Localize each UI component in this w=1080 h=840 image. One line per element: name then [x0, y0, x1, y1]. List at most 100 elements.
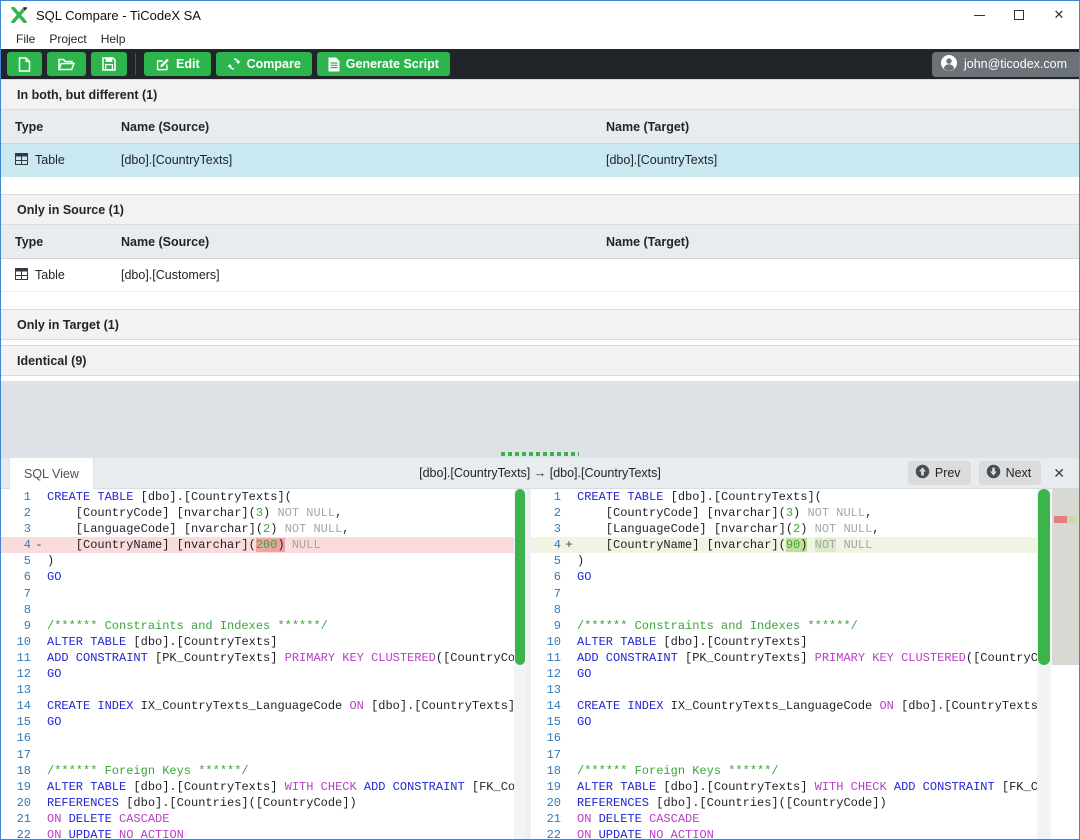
column-header[interactable]: Name (Target)	[606, 235, 1079, 249]
column-header[interactable]: Type	[15, 120, 121, 134]
code-token: DELETE	[69, 812, 112, 826]
code-token: ON	[577, 812, 591, 826]
new-project-button[interactable]	[7, 52, 42, 76]
next-label: Next	[1006, 466, 1032, 480]
diff-overview-minimap[interactable]	[1052, 489, 1079, 839]
line-number: 9	[1, 618, 31, 634]
pane-splitter[interactable]	[1, 449, 1079, 458]
code-line: 21ON DELETE CASCADE	[1, 811, 514, 827]
section-header[interactable]: Identical (9)	[1, 345, 1079, 376]
code-token: CASCADE	[119, 812, 169, 826]
code-token: PRIMARY KEY CLUSTERED	[285, 651, 436, 665]
diff-sections: In both, but different (1)TypeName (Sour…	[1, 79, 1079, 449]
source-code-pane[interactable]: 1CREATE TABLE [dbo].[CountryTexts](2 [Co…	[1, 489, 514, 839]
target-code-pane[interactable]: 1CREATE TABLE [dbo].[CountryTexts](2 [Co…	[531, 489, 1037, 839]
compare-button[interactable]: Compare	[216, 52, 312, 76]
section-header[interactable]: In both, but different (1)	[1, 79, 1079, 110]
row-type-cell: Table	[15, 153, 121, 168]
code-token: NO ACTION	[649, 828, 714, 839]
code-token: CASCADE	[649, 812, 699, 826]
menu-file[interactable]: File	[9, 32, 42, 46]
code-line: 21ON DELETE CASCADE	[531, 811, 1037, 827]
user-account-badge[interactable]: john@ticodex.com	[932, 52, 1079, 77]
edit-button[interactable]: Edit	[144, 52, 211, 76]
code-token: [CountryCode] [nvarchar](	[577, 506, 786, 520]
minimap-track	[1052, 489, 1079, 665]
save-project-button[interactable]	[91, 52, 127, 76]
source-pane-scrollbar[interactable]	[514, 489, 526, 839]
generate-script-button[interactable]: Generate Script	[317, 52, 450, 76]
row-target-cell: [dbo].[CountryTexts]	[606, 153, 1079, 167]
code-token: [LanguageCode] [nvarchar](	[577, 522, 793, 536]
code-token: [dbo].[CountryTexts](	[663, 490, 821, 504]
menu-project[interactable]: Project	[42, 32, 93, 46]
code-token: UPDATE	[599, 828, 642, 839]
prev-diff-button[interactable]: Prev	[908, 461, 971, 485]
section-spacer	[1, 177, 1079, 194]
line-number: 5	[1, 553, 31, 569]
code-token: ,	[865, 506, 872, 520]
code-line: 8	[1, 602, 514, 618]
code-line: 3 [LanguageCode] [nvarchar](2) NOT NULL,	[531, 521, 1037, 537]
section-spacer	[1, 292, 1079, 309]
code-token	[807, 538, 814, 552]
app-window: SQL Compare - TiCodeX SA ✕ File Project …	[0, 0, 1080, 840]
code-token: /****** Foreign Keys ******/	[577, 764, 779, 778]
arrow-up-circle-icon	[915, 464, 930, 482]
code-token: ALTER TABLE	[47, 780, 126, 794]
column-header[interactable]: Name (Source)	[121, 120, 606, 134]
code-token	[61, 812, 68, 826]
generate-script-button-label: Generate Script	[346, 57, 439, 71]
code-token: )	[793, 506, 807, 520]
section-header[interactable]: Only in Source (1)	[1, 194, 1079, 225]
code-line: 22ON UPDATE NO ACTION	[531, 827, 1037, 839]
code-token: IX_CountryTexts_LanguageCode	[663, 699, 879, 713]
code-token: GO	[577, 715, 591, 729]
edit-icon	[155, 57, 170, 72]
table-row[interactable]: Table[dbo].[Customers]	[1, 259, 1079, 292]
code-line: 7	[1, 586, 514, 602]
line-number: 22	[1, 827, 31, 839]
line-number: 20	[531, 795, 561, 811]
code-token	[285, 538, 292, 552]
code-token	[357, 780, 364, 794]
line-number: 12	[531, 666, 561, 682]
column-header[interactable]: Name (Target)	[606, 120, 1079, 134]
code-token: 3	[786, 506, 793, 520]
code-token: ON	[47, 828, 61, 839]
open-project-button[interactable]	[47, 52, 86, 76]
next-diff-button[interactable]: Next	[979, 461, 1042, 485]
code-token: 3	[256, 506, 263, 520]
close-button[interactable]: ✕	[1039, 1, 1079, 29]
menu-help[interactable]: Help	[94, 32, 133, 46]
column-header[interactable]: Name (Source)	[121, 235, 606, 249]
code-token: CREATE INDEX	[47, 699, 133, 713]
table-icon	[15, 153, 28, 168]
edit-button-label: Edit	[176, 57, 200, 71]
line-number: 22	[531, 827, 561, 839]
code-token: ON	[879, 699, 893, 713]
line-number: 13	[531, 682, 561, 698]
code-token: ADD CONSTRAINT	[894, 780, 995, 794]
code-line: 10ALTER TABLE [dbo].[CountryTexts]	[1, 634, 514, 650]
code-line: 20REFERENCES [dbo].[Countries]([CountryC…	[1, 795, 514, 811]
maximize-button[interactable]	[999, 1, 1039, 29]
line-number: 18	[1, 763, 31, 779]
prev-label: Prev	[935, 466, 961, 480]
code-line: 17	[531, 747, 1037, 763]
minimize-button[interactable]	[959, 1, 999, 29]
line-number: 14	[1, 698, 31, 714]
line-number: 19	[1, 779, 31, 795]
code-line: 12GO	[1, 666, 514, 682]
column-header[interactable]: Type	[15, 235, 121, 249]
line-number: 10	[531, 634, 561, 650]
table-row[interactable]: Table[dbo].[CountryTexts][dbo].[CountryT…	[1, 144, 1079, 177]
target-pane-scrollbar[interactable]	[1037, 489, 1051, 839]
code-line: 9/****** Constraints and Indexes ******/	[531, 618, 1037, 634]
close-sqlview-icon[interactable]: ✕	[1049, 465, 1073, 482]
row-type-label: Table	[35, 153, 65, 167]
code-line: 6GO	[1, 569, 514, 585]
code-token: NULL	[836, 538, 872, 552]
section-header[interactable]: Only in Target (1)	[1, 309, 1079, 340]
tab-sql-view[interactable]: SQL View	[9, 458, 94, 489]
